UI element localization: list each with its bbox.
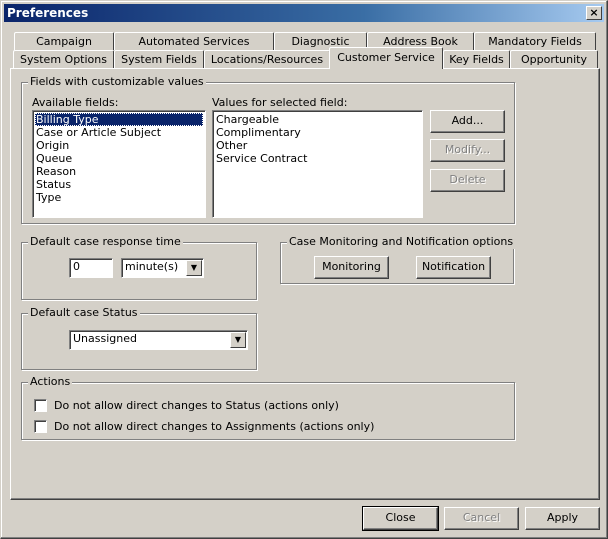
tab-system-fields[interactable]: System Fields <box>114 50 204 68</box>
tab-automated-services[interactable]: Automated Services <box>114 32 274 50</box>
preferences-dialog: Preferences × Campaign Automated Service… <box>0 0 608 539</box>
values-label: Values for selected field: <box>212 96 348 109</box>
tab-opportunity[interactable]: Opportunity <box>510 50 598 68</box>
title-bar[interactable]: Preferences × <box>4 4 604 22</box>
monitoring-button[interactable]: Monitoring <box>314 256 389 279</box>
tab-system-options[interactable]: System Options <box>13 50 114 68</box>
available-fields-label: Available fields: <box>32 96 119 109</box>
monitoring-group: Case Monitoring and Notification options… <box>280 235 516 284</box>
response-time-input[interactable]: 0 <box>69 258 113 278</box>
assignments-changes-checkbox[interactable] <box>34 420 47 433</box>
chevron-down-icon[interactable]: ▼ <box>186 260 202 276</box>
cancel-button[interactable]: Cancel <box>444 507 519 530</box>
assignments-changes-label[interactable]: Do not allow direct changes to Assignmen… <box>54 420 374 433</box>
tab-mandatory-fields[interactable]: Mandatory Fields <box>474 32 596 50</box>
status-changes-checkbox[interactable] <box>34 399 47 412</box>
list-item[interactable]: Status <box>35 178 203 191</box>
list-item[interactable]: Type <box>35 191 203 204</box>
list-item[interactable]: Other <box>215 139 420 152</box>
status-changes-label[interactable]: Do not allow direct changes to Status (a… <box>54 399 339 412</box>
customer-service-panel: Fields with customizable values Availabl… <box>10 68 600 500</box>
chevron-down-icon[interactable]: ▼ <box>230 332 246 348</box>
close-button[interactable]: Close <box>362 506 439 531</box>
list-item[interactable]: Billing Type <box>35 113 203 126</box>
list-item[interactable]: Service Contract <box>215 152 420 165</box>
delete-button[interactable]: Delete <box>430 169 505 192</box>
actions-title: Actions <box>28 375 73 389</box>
fields-group: Fields with customizable values Availabl… <box>21 75 515 224</box>
list-item[interactable]: Reason <box>35 165 203 178</box>
response-time-group: Default case response time 0 minute(s) ▼ <box>21 235 257 300</box>
close-window-icon[interactable]: × <box>586 6 602 20</box>
add-button[interactable]: Add... <box>430 110 505 133</box>
tab-customer-service[interactable]: Customer Service <box>329 47 443 69</box>
list-item[interactable]: Origin <box>35 139 203 152</box>
notification-button[interactable]: Notification <box>416 256 491 279</box>
actions-group: Actions Do not allow direct changes to S… <box>21 375 515 440</box>
tab-locations-resources[interactable]: Locations/Resources <box>204 50 330 68</box>
available-fields-list[interactable]: Billing Type Case or Article Subject Ori… <box>32 110 206 218</box>
values-list[interactable]: Chargeable Complimentary Other Service C… <box>212 110 423 218</box>
tab-key-fields[interactable]: Key Fields <box>443 50 510 68</box>
window-title: Preferences <box>7 6 89 20</box>
tab-campaign[interactable]: Campaign <box>14 32 114 50</box>
response-time-unit-value: minute(s) <box>125 260 179 273</box>
case-status-select[interactable]: Unassigned ▼ <box>69 330 248 350</box>
list-item[interactable]: Case or Article Subject <box>35 126 203 139</box>
case-status-title: Default case Status <box>28 306 140 320</box>
response-time-title: Default case response time <box>28 235 183 249</box>
case-status-value: Unassigned <box>73 332 137 345</box>
response-time-unit-select[interactable]: minute(s) ▼ <box>121 258 204 278</box>
list-item[interactable]: Queue <box>35 152 203 165</box>
case-status-group: Default case Status Unassigned ▼ <box>21 306 257 370</box>
modify-button[interactable]: Modify... <box>430 139 505 162</box>
monitoring-title: Case Monitoring and Notification options <box>287 235 516 249</box>
fields-group-title: Fields with customizable values <box>28 75 206 89</box>
apply-button[interactable]: Apply <box>525 507 600 530</box>
list-item[interactable]: Complimentary <box>215 126 420 139</box>
list-item[interactable]: Chargeable <box>215 113 420 126</box>
